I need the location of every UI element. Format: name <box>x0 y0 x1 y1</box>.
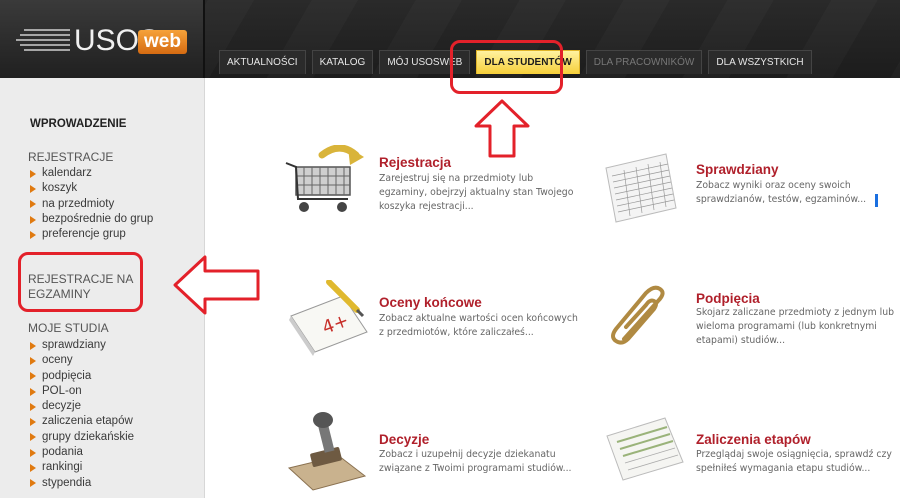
sidebar-item-label: na przedmioty <box>42 197 115 210</box>
bullet-icon <box>30 448 36 457</box>
sidebar-list-rejestracje: kalendarz koszyk na przedmioty bezpośred… <box>30 166 153 242</box>
sidebar-item-label: kalendarz <box>42 167 92 179</box>
sidebar-item-bezposrednie[interactable]: bezpośrednie do grup <box>30 212 153 227</box>
sidebar-item-kalendarz[interactable]: kalendarz <box>30 166 153 181</box>
shopping-cart-icon <box>285 145 364 212</box>
desc-line: Zobacz aktualne wartości ocen końcowych <box>379 313 578 324</box>
card-title[interactable]: Oceny końcowe <box>379 295 482 310</box>
bullet-icon <box>30 464 36 473</box>
sidebar-intro-link[interactable]: WPROWADZENIE <box>30 118 126 130</box>
desc-line: Skojarz zaliczane przedmioty z jednym lu… <box>696 307 895 318</box>
card-title[interactable]: Rejestracja <box>379 155 451 170</box>
tab-dla-wszystkich[interactable]: DLA WSZYSTKICH <box>708 50 812 74</box>
desc-line: sprawdzianów, testów, egzaminów... <box>696 194 867 205</box>
card-title[interactable]: Decyzje <box>379 432 429 447</box>
sidebar-item-label: preferencje grup <box>42 228 126 241</box>
sidebar-item-rankingi[interactable]: rankingi <box>30 460 134 475</box>
sidebar-item-label: podania <box>42 446 83 459</box>
annotation-highlight-tab <box>450 40 563 94</box>
logo-web-badge: web <box>138 30 187 54</box>
desc-line: z przedmiotów, które zaliczałeś... <box>379 327 534 338</box>
bullet-icon <box>30 387 36 396</box>
logo-area: USOS web <box>0 0 205 78</box>
sidebar-section-rejestracje[interactable]: REJESTRACJE <box>28 150 113 164</box>
desc-line: Zobacz wyniki oraz oceny swoich <box>696 180 851 191</box>
bullet-icon <box>30 341 36 350</box>
desc-line: egzaminy, obejrzyj aktualny stan Twojego <box>379 187 574 198</box>
card-description: Zarejestruj się na przedmioty lub egzami… <box>379 172 589 214</box>
desc-line: Zarejestruj się na przedmioty lub <box>379 173 534 184</box>
desc-line: związane z Twoimi programami studiów... <box>379 463 572 474</box>
sidebar-item-label: grupy dziekańskie <box>42 430 135 443</box>
sidebar-item-label: bezpośrednie do grup <box>42 212 154 225</box>
sidebar-list-moje-studia: sprawdziany oceny podpięcia POL-on decyz… <box>30 338 134 491</box>
tab-katalog[interactable]: KATALOG <box>311 50 374 74</box>
sidebar-section-moje-studia[interactable]: MOJE STUDIA <box>28 321 109 335</box>
bullet-icon <box>30 230 36 239</box>
sidebar-item-label: stypendia <box>42 476 92 489</box>
desc-line: etapami) studiów... <box>696 335 786 346</box>
bullet-icon <box>30 433 36 442</box>
sidebar-item-label: decyzje <box>42 400 81 413</box>
bullet-icon <box>30 372 36 381</box>
sidebar-item-label: POL-on <box>42 384 82 397</box>
card-description: Skojarz zaliczane przedmioty z jednym lu… <box>696 306 900 348</box>
annotation-highlight-sidebar <box>18 252 143 312</box>
card-title[interactable]: Sprawdziany <box>696 162 779 177</box>
bullet-icon <box>30 479 36 488</box>
sidebar-item-label: koszyk <box>42 182 78 195</box>
progress-sheet-icon <box>606 417 684 481</box>
up-arrow-icon <box>474 99 530 158</box>
card-title[interactable]: Podpięcia <box>696 291 760 306</box>
sidebar-item-na-przedmioty[interactable]: na przedmioty <box>30 197 153 212</box>
sidebar-item-stypendia[interactable]: stypendia <box>30 476 134 491</box>
tab-aktualnosci[interactable]: AKTUALNOŚCI <box>219 50 306 74</box>
card-title[interactable]: Zaliczenia etapów <box>696 432 811 447</box>
card-description: Zobacz i uzupełnij decyzje dziekanatu zw… <box>379 448 599 476</box>
sidebar-item-label: podpięcia <box>42 369 92 382</box>
card-description: Zobacz aktualne wartości ocen końcowych … <box>379 312 599 340</box>
bullet-icon <box>30 356 36 365</box>
desc-line: Przeglądaj swoje osiągnięcia, sprawdź cz… <box>696 449 892 460</box>
stamp-icon <box>287 412 367 491</box>
sidebar-item-label: sprawdziany <box>42 339 106 351</box>
bullet-icon <box>30 402 36 411</box>
bullet-icon <box>30 418 36 427</box>
sidebar-item-sprawdziany[interactable]: sprawdziany <box>30 338 134 353</box>
sidebar-item-zaliczenia[interactable]: zaliczenia etapów <box>30 414 134 429</box>
sidebar-item-oceny[interactable]: oceny <box>30 353 134 368</box>
paperclip-icon <box>611 285 665 345</box>
desc-line: wieloma programami (lub konkretnymi <box>696 321 877 332</box>
sidebar-item-pol-on[interactable]: POL-on <box>30 384 134 399</box>
bullet-icon <box>30 184 36 193</box>
bullet-icon <box>30 215 36 224</box>
sidebar-item-decyzje[interactable]: decyzje <box>30 399 134 414</box>
card-description: Zobacz wyniki oraz oceny swoich sprawdzi… <box>696 179 900 207</box>
sidebar-item-label: oceny <box>42 354 73 367</box>
desc-line: koszyka rejestracji... <box>379 201 474 212</box>
sidebar-item-grupy[interactable]: grupy dziekańskie <box>30 430 134 445</box>
sidebar-item-label: zaliczenia etapów <box>42 415 133 428</box>
grade-notebook-icon: 4+ <box>289 280 368 356</box>
desc-line: Zobacz i uzupełnij decyzje dziekanatu <box>379 449 556 460</box>
sidebar-item-podpiecia[interactable]: podpięcia <box>30 369 134 384</box>
bullet-icon <box>30 169 36 178</box>
logo-lines-icon <box>16 29 70 51</box>
bullet-icon <box>30 200 36 209</box>
usosweb-logo[interactable]: USOS web <box>16 16 187 60</box>
sidebar-item-preferencje[interactable]: preferencje grup <box>30 227 153 242</box>
desc-line: spełniłeś wymagania etapu studiów... <box>696 463 871 474</box>
sidebar-item-label: rankingi <box>42 461 83 474</box>
card-description: Przeglądaj swoje osiągnięcia, sprawdź cz… <box>696 448 900 476</box>
sidebar-item-koszyk[interactable]: koszyk <box>30 181 153 196</box>
score-sheet-icon <box>605 153 677 223</box>
text-cursor <box>875 194 878 207</box>
tab-dla-pracownikow[interactable]: DLA PRACOWNIKÓW <box>585 50 703 74</box>
left-arrow-icon <box>173 255 260 315</box>
sidebar-item-podania[interactable]: podania <box>30 445 134 460</box>
